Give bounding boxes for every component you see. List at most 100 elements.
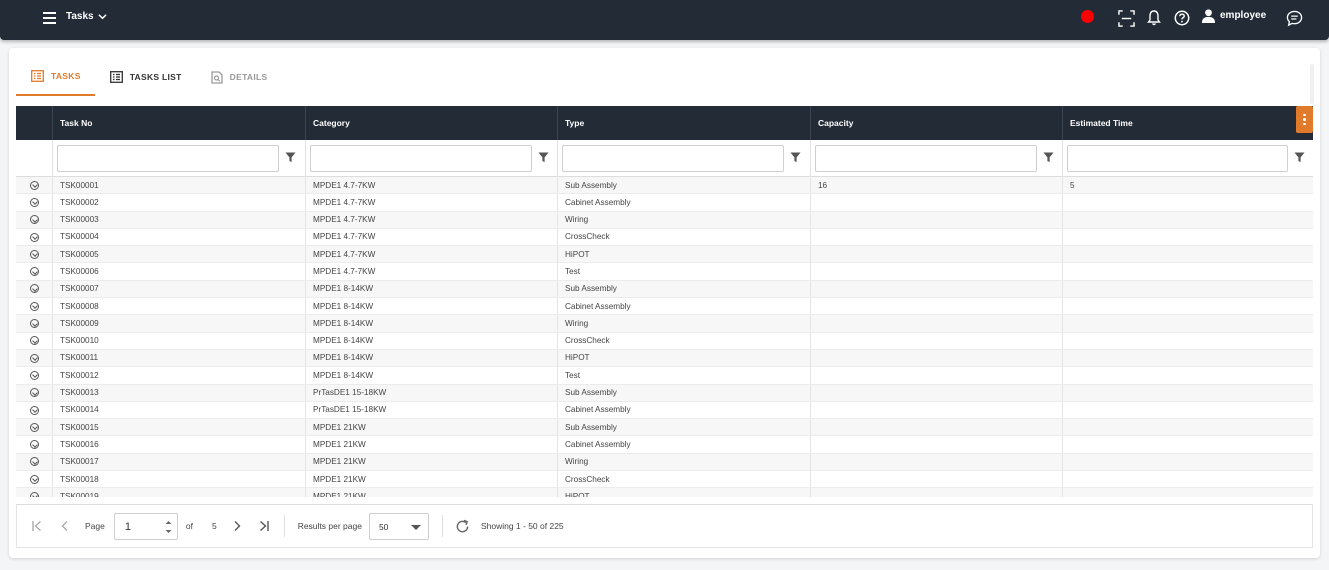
cell-type: CrossCheck — [557, 228, 810, 246]
recording-indicator — [1081, 10, 1094, 23]
filter-icon[interactable] — [285, 152, 296, 163]
expand-row-icon[interactable] — [29, 336, 39, 346]
chevron-down-icon — [98, 14, 107, 20]
cell-task-no: TSK00018 — [52, 471, 305, 488]
cell-capacity — [810, 228, 1062, 246]
expand-row-icon[interactable] — [29, 440, 39, 450]
expand-row-icon[interactable] — [29, 284, 39, 294]
header-estimated-time[interactable]: Estimated Time — [1062, 106, 1313, 140]
tab-details[interactable]: DETAILS — [196, 58, 282, 96]
table-row[interactable]: TSK00006 MPDE1 4.7-7KW Test — [16, 263, 1313, 281]
scrollbar[interactable] — [1310, 64, 1314, 104]
expand-row-icon[interactable] — [29, 232, 39, 242]
expand-row-icon[interactable] — [29, 491, 39, 497]
cell-task-no: TSK00010 — [52, 332, 305, 349]
column-menu-button[interactable] — [1296, 106, 1313, 133]
expand-row-icon[interactable] — [29, 249, 39, 259]
table-row[interactable]: TSK00001 MPDE1 4.7-7KW Sub Assembly 16 5 — [16, 177, 1313, 195]
row-expander-cell — [16, 402, 52, 418]
last-page-icon[interactable] — [256, 518, 272, 534]
cell-estimated-time — [1062, 384, 1313, 401]
header-capacity[interactable]: Capacity — [810, 106, 1062, 140]
expand-row-icon[interactable] — [29, 353, 39, 363]
filter-task-no-input[interactable] — [57, 145, 279, 172]
cell-estimated-time — [1062, 367, 1313, 384]
table-row[interactable]: TSK00012 MPDE1 8-14KW Test — [16, 367, 1313, 385]
expand-row-icon[interactable] — [29, 388, 39, 398]
header-category[interactable]: Category — [305, 106, 557, 140]
cell-type: Cabinet Assembly — [557, 436, 810, 453]
expand-row-icon[interactable] — [29, 457, 39, 467]
expand-row-icon[interactable] — [29, 180, 39, 190]
user-menu[interactable]: employee — [1201, 8, 1266, 23]
tab-tasks[interactable]: TASKS — [16, 58, 95, 96]
table-row[interactable]: TSK00007 MPDE1 8-14KW Sub Assembly — [16, 280, 1313, 299]
table-row[interactable]: TSK00010 MPDE1 8-14KW CrossCheck — [16, 332, 1313, 350]
cell-capacity — [810, 280, 1062, 298]
filter-category-input[interactable] — [310, 145, 532, 172]
filter-estimated-time-input[interactable] — [1067, 145, 1288, 172]
table-row[interactable]: TSK00009 MPDE1 8-14KW Wiring — [16, 315, 1313, 333]
table-row[interactable]: TSK00016 MPDE1 21KW Cabinet Assembly — [16, 436, 1313, 454]
expand-row-icon[interactable] — [29, 301, 39, 311]
expand-row-icon[interactable] — [29, 267, 39, 277]
filter-icon[interactable] — [1294, 152, 1305, 163]
header-task-no[interactable]: Task No — [52, 106, 305, 140]
app-switcher[interactable]: Tasks — [66, 11, 107, 22]
filter-icon[interactable] — [1043, 152, 1054, 163]
expand-row-icon[interactable] — [29, 197, 39, 207]
table-row[interactable]: TSK00014 PrTasDE1 15-18KW Cabinet Assembly — [16, 401, 1313, 420]
table-row[interactable]: TSK00002 MPDE1 4.7-7KW Cabinet Assembly — [16, 194, 1313, 212]
tab-tasks-list[interactable]: TASKS LIST — [95, 58, 196, 96]
cell-capacity — [810, 488, 1062, 497]
menu-icon[interactable] — [42, 10, 58, 30]
cell-task-no: TSK00016 — [52, 436, 305, 453]
chat-icon[interactable] — [1284, 8, 1304, 28]
help-icon[interactable] — [1172, 8, 1192, 28]
expand-row-icon[interactable] — [29, 422, 39, 432]
table-row[interactable]: TSK00005 MPDE1 4.7-7KW HiPOT — [16, 246, 1313, 264]
cell-type: Sub Assembly — [557, 280, 810, 298]
table-row[interactable]: TSK00017 MPDE1 21KW Wiring — [16, 453, 1313, 472]
filter-type-input[interactable] — [562, 145, 784, 172]
results-per-page-select[interactable]: 50 — [368, 512, 429, 540]
row-expander-cell — [16, 212, 52, 228]
table-row[interactable]: TSK00011 MPDE1 8-14KW HiPOT — [16, 349, 1313, 368]
table-row[interactable]: TSK00013 PrTasDE1 15-18KW Sub Assembly — [16, 384, 1313, 402]
table-row[interactable]: TSK00019 MPDE1 21KW HiPOT — [16, 488, 1313, 497]
first-page-icon[interactable] — [29, 518, 45, 534]
cell-type: Test — [557, 263, 810, 280]
page-number-input[interactable]: 1 — [113, 512, 178, 540]
refresh-icon[interactable] — [455, 518, 471, 534]
next-page-icon[interactable] — [229, 518, 245, 534]
cell-type: Test — [557, 367, 810, 384]
filter-capacity-input[interactable] — [815, 145, 1037, 172]
expand-row-icon[interactable] — [29, 474, 39, 484]
prev-page-icon[interactable] — [57, 518, 73, 534]
cell-category: MPDE1 8-14KW — [305, 332, 557, 349]
header-type[interactable]: Type — [557, 106, 810, 140]
row-expander-cell — [16, 333, 52, 349]
page-stepper[interactable] — [164, 518, 173, 536]
table-row[interactable]: TSK00008 MPDE1 8-14KW Cabinet Assembly — [16, 298, 1313, 316]
divider — [441, 515, 443, 537]
table-row[interactable]: TSK00003 MPDE1 4.7-7KW Wiring — [16, 211, 1313, 229]
expand-row-icon[interactable] — [29, 215, 39, 225]
filter-icon[interactable] — [538, 152, 549, 163]
expand-row-icon[interactable] — [29, 405, 39, 415]
tasks-card: TASKS TASKS LIST DETAILS Task No Categor… — [9, 48, 1320, 558]
cell-task-no: TSK00003 — [52, 211, 305, 228]
filter-icon[interactable] — [790, 152, 801, 163]
table-row[interactable]: TSK00018 MPDE1 21KW CrossCheck — [16, 471, 1313, 489]
scan-icon[interactable] — [1116, 8, 1136, 28]
expand-row-icon[interactable] — [29, 319, 39, 329]
cell-type: Cabinet Assembly — [557, 401, 810, 419]
cell-estimated-time — [1062, 471, 1313, 488]
bell-icon[interactable] — [1144, 8, 1164, 28]
expand-row-icon[interactable] — [29, 370, 39, 380]
row-expander-cell — [16, 315, 52, 331]
list-icon — [31, 70, 44, 82]
table-row[interactable]: TSK00015 MPDE1 21KW Sub Assembly — [16, 419, 1313, 437]
cell-category: MPDE1 21KW — [305, 488, 557, 497]
table-row[interactable]: TSK00004 MPDE1 4.7-7KW CrossCheck — [16, 228, 1313, 247]
